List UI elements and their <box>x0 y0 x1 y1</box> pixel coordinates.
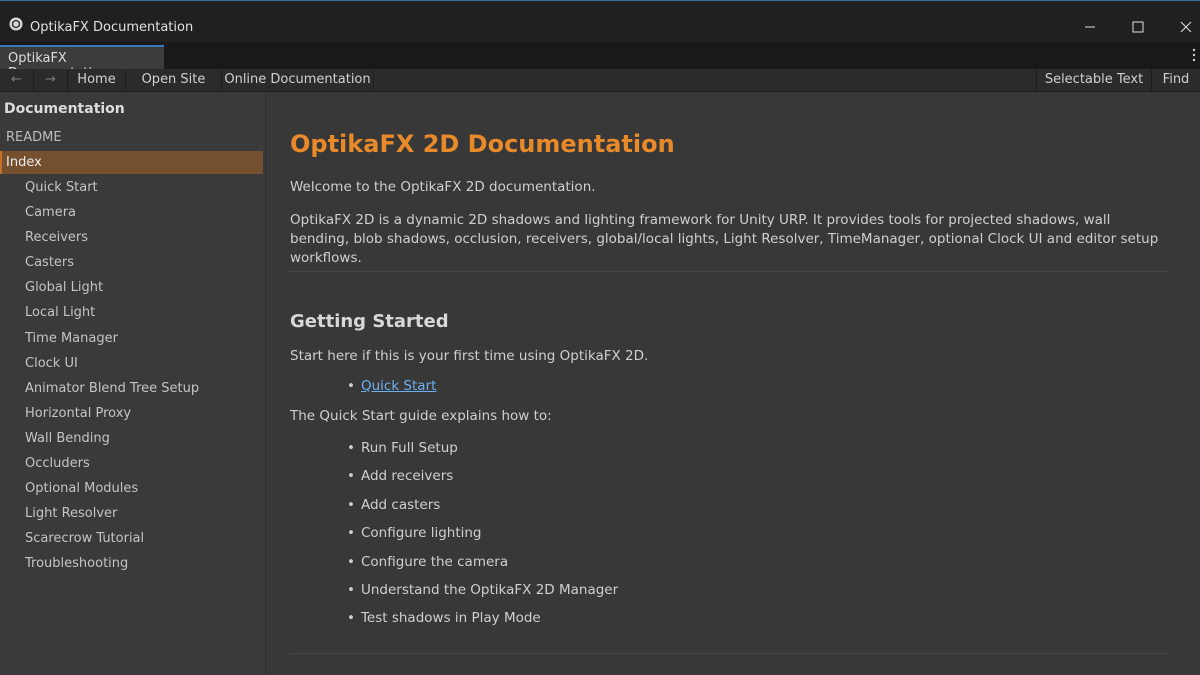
bullet-icon: • <box>347 553 355 570</box>
divider <box>289 271 1169 272</box>
sidebar-item-occluders[interactable]: Occluders <box>25 456 199 481</box>
selectable-text-toggle[interactable]: Selectable Text <box>1036 69 1152 91</box>
kebab-menu-icon[interactable] <box>1192 48 1196 62</box>
bullet-icon: • <box>347 610 355 627</box>
step-text: Configure lighting <box>360 525 482 542</box>
sidebar-item-quick-start[interactable]: Quick Start <box>25 180 199 205</box>
list-item: • Configure lighting <box>347 525 618 553</box>
step-text: Add casters <box>360 496 441 513</box>
sidebar-item-receivers[interactable]: Receivers <box>25 230 199 255</box>
sidebar-item-label: Index <box>6 155 42 170</box>
bullet-icon: • <box>347 378 355 394</box>
sidebar-list: Quick Start Camera Receivers Casters Glo… <box>25 180 199 582</box>
sidebar-item-local-light[interactable]: Local Light <box>25 305 199 330</box>
sidebar-item-readme[interactable]: README <box>6 130 62 145</box>
sidebar: Documentation README Index Quick Start C… <box>0 92 266 675</box>
minimize-icon[interactable] <box>1080 17 1100 37</box>
steps-list: • Run Full Setup • Add receivers • Add cast… <box>347 440 618 639</box>
arrow-right-icon: → <box>45 72 56 87</box>
sidebar-item-light-resolver[interactable]: Light Resolver <box>25 506 199 531</box>
page-title: OptikaFX 2D Documentation <box>290 130 675 158</box>
sidebar-item-animator-blend-tree-setup[interactable]: Animator Blend Tree Setup <box>25 381 199 406</box>
find-button[interactable]: Find <box>1152 69 1200 91</box>
bullet-icon: • <box>347 440 355 456</box>
document-content: OptikaFX 2D Documentation Welcome to the… <box>267 92 1200 675</box>
home-button[interactable]: Home <box>68 69 126 91</box>
bullet-icon: • <box>347 496 355 513</box>
maximize-icon[interactable] <box>1128 17 1148 37</box>
step-text: Configure the camera <box>360 553 509 570</box>
close-icon[interactable] <box>1176 17 1196 37</box>
step-text: Run Full Setup <box>360 440 458 456</box>
sidebar-item-time-manager[interactable]: Time Manager <box>25 331 199 356</box>
sidebar-item-scarecrow-tutorial[interactable]: Scarecrow Tutorial <box>25 531 199 556</box>
list-item: • Add receivers <box>347 468 618 496</box>
sidebar-item-global-light[interactable]: Global Light <box>25 280 199 305</box>
sidebar-item-horizontal-proxy[interactable]: Horizontal Proxy <box>25 406 199 431</box>
bullet-icon: • <box>347 468 355 485</box>
sidebar-heading: Documentation <box>4 101 125 117</box>
description-text: OptikaFX 2D is a dynamic 2D shadows and … <box>290 212 1159 266</box>
list-item: • Configure the camera <box>347 554 618 582</box>
window-titlebar: OptikaFX Documentation <box>0 0 1200 42</box>
list-item: • Add casters <box>347 497 618 525</box>
toolbar: ← → Home Open Site Online Documentation … <box>0 69 1200 92</box>
welcome-text: Welcome to the OptikaFX 2D documentation… <box>290 179 596 195</box>
step-text: Test shadows in Play Mode <box>360 610 541 627</box>
quick-start-link[interactable]: Quick Start <box>361 378 436 394</box>
forward-button[interactable]: → <box>34 69 68 91</box>
tab-optikafx-documentation[interactable]: OptikaFX Documentation <box>0 45 164 81</box>
sidebar-item-casters[interactable]: Casters <box>25 255 199 280</box>
sidebar-item-troubleshooting[interactable]: Troubleshooting <box>25 556 199 581</box>
tab-strip: OptikaFX Documentation <box>0 42 1200 81</box>
step-text: Understand the OptikaFX 2D Manager <box>360 581 619 598</box>
step-text: Add receivers <box>360 468 454 485</box>
list-item: • Test shadows in Play Mode <box>347 610 618 638</box>
divider <box>289 653 1169 654</box>
window-title: OptikaFX Documentation <box>30 20 194 35</box>
open-site-button[interactable]: Open Site <box>126 69 222 91</box>
bullet-icon: • <box>347 581 355 598</box>
sidebar-item-camera[interactable]: Camera <box>25 205 199 230</box>
sidebar-item-wall-bending[interactable]: Wall Bending <box>25 431 199 456</box>
list-item: • Run Full Setup <box>347 440 618 468</box>
list-item: • Understand the OptikaFX 2D Manager <box>347 582 618 610</box>
sidebar-item-index[interactable]: Index <box>0 151 263 174</box>
guide-intro-text: The Quick Start guide explains how to: <box>290 408 552 424</box>
back-button[interactable]: ← <box>0 69 34 91</box>
unity-cube-icon <box>9 17 23 31</box>
getting-started-text: Start here if this is your first time us… <box>290 348 649 364</box>
arrow-left-icon: ← <box>11 72 22 87</box>
section-heading-getting-started: Getting Started <box>290 311 449 332</box>
online-documentation-button[interactable]: Online Documentation <box>222 69 374 91</box>
sidebar-item-clock-ui[interactable]: Clock UI <box>25 356 199 381</box>
bullet-icon: • <box>347 525 355 542</box>
sidebar-item-optional-modules[interactable]: Optional Modules <box>25 481 199 506</box>
list-item: • Quick Start <box>347 378 436 394</box>
